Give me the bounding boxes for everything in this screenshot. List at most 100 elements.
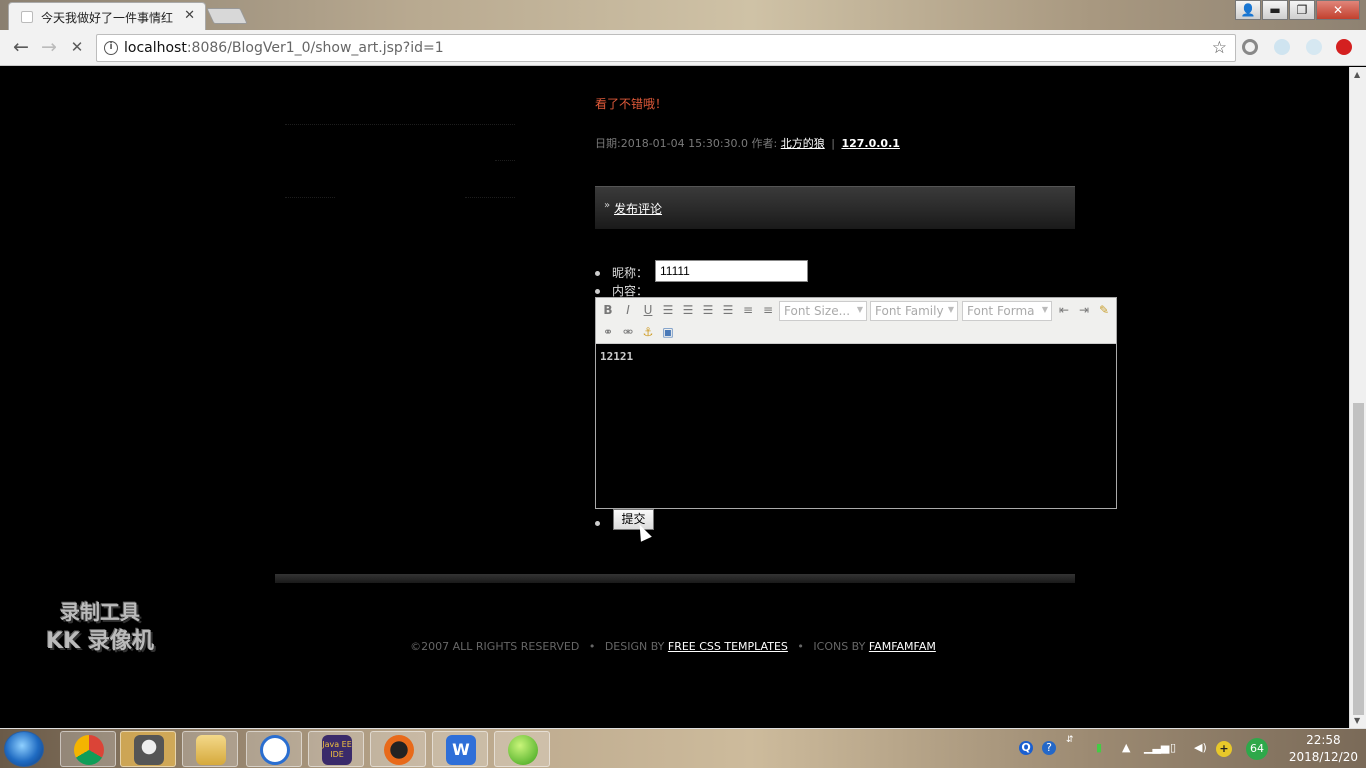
clock-time: 22:58 xyxy=(1306,733,1341,747)
italic-button[interactable]: I xyxy=(619,301,637,319)
rich-text-editor: B I U ☰ ☰ ☰ ☰ ≡ ≡ Font Size... ▼ Font Fam… xyxy=(595,297,1117,509)
design-by-label: DESIGN BY xyxy=(604,640,665,653)
close-window-button[interactable]: ✕ xyxy=(1316,0,1360,20)
tray-network-icon[interactable]: ▁▃▅ xyxy=(1144,741,1169,754)
date-label: 日期:2018-01-04 15:30:30.0 作者: xyxy=(595,137,778,150)
post-comment-link[interactable]: 发布评论 xyxy=(614,200,662,217)
list-bullet xyxy=(595,289,600,294)
editor-content[interactable]: 12121 xyxy=(600,350,633,363)
comment-text: 看了不错哦！ xyxy=(595,97,668,111)
taskbar-explorer[interactable] xyxy=(182,731,238,767)
tab-close-icon[interactable]: ✕ xyxy=(184,8,195,23)
scrollbar-thumb[interactable] xyxy=(1353,403,1364,715)
list-bullet xyxy=(595,271,600,276)
scroll-up-icon[interactable]: ▲ xyxy=(1354,70,1360,79)
minimize-button[interactable]: ▬ xyxy=(1262,0,1288,20)
new-tab-button[interactable] xyxy=(206,8,248,24)
wps-icon: W xyxy=(446,735,476,765)
extension-red-icon[interactable] xyxy=(1336,39,1352,55)
author-link[interactable]: 北方的狼 xyxy=(781,137,825,150)
tray-help-icon[interactable]: ? xyxy=(1042,741,1056,755)
editor-toolbar: B I U ☰ ☰ ☰ ☰ ≡ ≡ Font Size... ▼ Font Fam… xyxy=(596,298,1116,344)
extension-cloud2-icon[interactable] xyxy=(1306,39,1322,55)
align-center-icon[interactable]: ☰ xyxy=(679,301,697,319)
clock-date: 2018/12/20 xyxy=(1288,750,1358,764)
bold-button[interactable]: B xyxy=(599,301,617,319)
extension-cloud-icon[interactable] xyxy=(1274,39,1290,55)
icons-by-label: ICONS BY xyxy=(813,640,866,653)
align-left-icon[interactable]: ☰ xyxy=(659,301,677,319)
taskbar-app-mask[interactable] xyxy=(370,731,426,767)
taskbar-chrome[interactable] xyxy=(60,731,116,767)
divider xyxy=(285,197,335,198)
ip-link[interactable]: 127.0.0.1 xyxy=(841,137,899,150)
browser-titlebar: 今天我做好了一件事情红 ✕ 👤 ▬ ❐ ✕ xyxy=(0,0,1366,30)
align-justify-icon[interactable]: ☰ xyxy=(719,301,737,319)
bookmark-star-icon[interactable]: ☆ xyxy=(1212,38,1227,58)
browser-tab-active[interactable]: 今天我做好了一件事情红 ✕ xyxy=(8,2,206,30)
taskbar-java-ide[interactable]: Java EE IDE xyxy=(308,731,364,767)
cleanup-icon[interactable]: ✎ xyxy=(1095,301,1113,319)
extension-circle-icon[interactable] xyxy=(1242,39,1258,55)
windows-taskbar: Java EE IDE W Q ? ⇵ ▮ ▲ ▁▃▅ ▯ ◀) + 64 22… xyxy=(0,728,1366,768)
unordered-list-icon[interactable]: ≡ xyxy=(759,301,777,319)
recorder-watermark: 录制工具 KK 录像机 xyxy=(46,600,154,654)
tray-action-center-icon[interactable]: ⇵ xyxy=(1066,735,1074,745)
list-bullet xyxy=(595,521,600,526)
forward-button[interactable]: → xyxy=(37,36,61,60)
address-bar[interactable]: i localhost:8086/BlogVer1_0/show_art.jsp… xyxy=(96,34,1236,62)
taskbar-wps[interactable]: W xyxy=(432,731,488,767)
profile-button[interactable]: 👤 xyxy=(1235,0,1261,20)
netdisk-icon xyxy=(260,735,290,765)
chevron-right-icon: » xyxy=(604,200,611,211)
divider xyxy=(465,197,515,198)
site-info-icon[interactable]: i xyxy=(104,41,118,55)
maximize-button[interactable]: ❐ xyxy=(1289,0,1315,20)
mask-app-icon xyxy=(384,735,414,765)
stop-loading-button[interactable]: ✕ xyxy=(65,36,89,60)
taskbar-app-green[interactable] xyxy=(494,731,550,767)
indent-icon[interactable]: ⇥ xyxy=(1075,301,1093,319)
font-family-select[interactable]: Font Family ▼ xyxy=(870,301,958,321)
meta-separator: | xyxy=(831,137,835,150)
tray-device-icon[interactable]: ▯ xyxy=(1170,741,1176,754)
page-favicon-icon xyxy=(21,11,33,23)
scroll-down-icon[interactable]: ▼ xyxy=(1354,716,1360,725)
tray-battery-icon[interactable]: ▮ xyxy=(1096,741,1102,754)
align-right-icon[interactable]: ☰ xyxy=(699,301,717,319)
back-button[interactable]: ← xyxy=(9,36,33,60)
green-app-icon xyxy=(508,735,538,765)
page-content: 看了不错哦！ 日期:2018-01-04 15:30:30.0 作者: 北方的狼… xyxy=(0,67,1349,728)
vertical-scrollbar[interactable]: ▲ ▼ xyxy=(1349,67,1366,728)
address-url: localhost:8086/BlogVer1_0/show_art.jsp?i… xyxy=(124,40,444,56)
outdent-icon[interactable]: ⇤ xyxy=(1055,301,1073,319)
taskbar-user[interactable] xyxy=(120,731,176,767)
free-css-templates-link[interactable]: FREE CSS TEMPLATES xyxy=(668,640,788,653)
footer: ©2007 ALL RIGHTS RESERVED • DESIGN BY FR… xyxy=(410,640,936,653)
link-icon[interactable]: ⚭ xyxy=(599,323,617,341)
java-ide-icon: Java EE IDE xyxy=(322,735,352,765)
tray-badge[interactable]: 64 xyxy=(1246,738,1268,760)
famfamfam-link[interactable]: FAMFAMFAM xyxy=(869,640,936,653)
underline-button[interactable]: U xyxy=(639,301,657,319)
taskbar-baidu-netdisk[interactable] xyxy=(246,731,302,767)
start-button[interactable] xyxy=(4,731,44,767)
submit-row xyxy=(595,516,612,530)
unlink-icon[interactable]: ⚮ xyxy=(619,323,637,341)
taskbar-clock[interactable]: 22:58 2018/12/20 xyxy=(1289,732,1358,766)
ordered-list-icon[interactable]: ≡ xyxy=(739,301,757,319)
tab-title: 今天我做好了一件事情红 xyxy=(41,11,174,25)
font-size-select[interactable]: Font Size... ▼ xyxy=(779,301,867,321)
tray-volume-icon[interactable]: ◀) xyxy=(1194,741,1207,754)
image-icon[interactable]: ▣ xyxy=(659,323,677,341)
nickname-label: 昵称： xyxy=(612,266,649,280)
anchor-icon[interactable]: ⚓ xyxy=(639,323,657,341)
nickname-input[interactable] xyxy=(655,260,808,282)
tray-plus-icon[interactable]: + xyxy=(1216,741,1232,757)
tray-qq-icon[interactable]: Q xyxy=(1019,741,1033,755)
folder-icon xyxy=(196,735,226,765)
content-label: 内容： xyxy=(612,284,649,298)
divider xyxy=(285,124,515,125)
font-format-select[interactable]: Font Forma ▼ xyxy=(962,301,1052,321)
tray-expand-icon[interactable]: ▲ xyxy=(1122,741,1130,754)
